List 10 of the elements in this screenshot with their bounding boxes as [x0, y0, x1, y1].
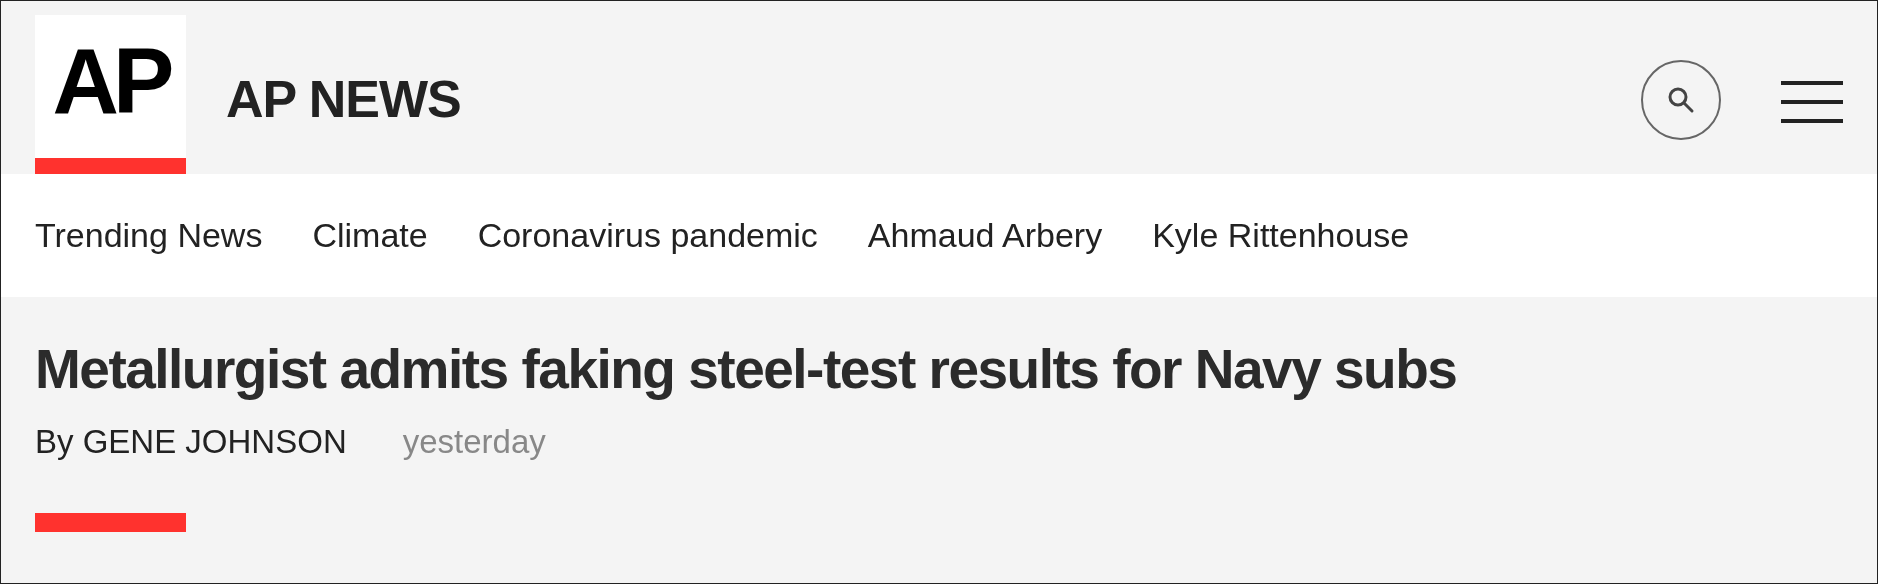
nav-link[interactable]: Ahmaud Arbery: [867, 216, 1103, 255]
timestamp: yesterday: [402, 423, 546, 461]
byline: By GENE JOHNSON: [35, 423, 347, 461]
ap-logo[interactable]: AP: [35, 15, 186, 158]
nav-link[interactable]: Coronavirus pandemic: [477, 216, 818, 255]
nav-link[interactable]: Climate: [312, 216, 428, 255]
nav-link[interactable]: Trending News: [35, 216, 263, 255]
headline: Metallurgist admits faking steel-test results for Navy subs: [35, 337, 1458, 401]
nav-link[interactable]: Kyle Rittenhouse: [1152, 216, 1410, 255]
site-name[interactable]: AP NEWS: [226, 69, 461, 129]
